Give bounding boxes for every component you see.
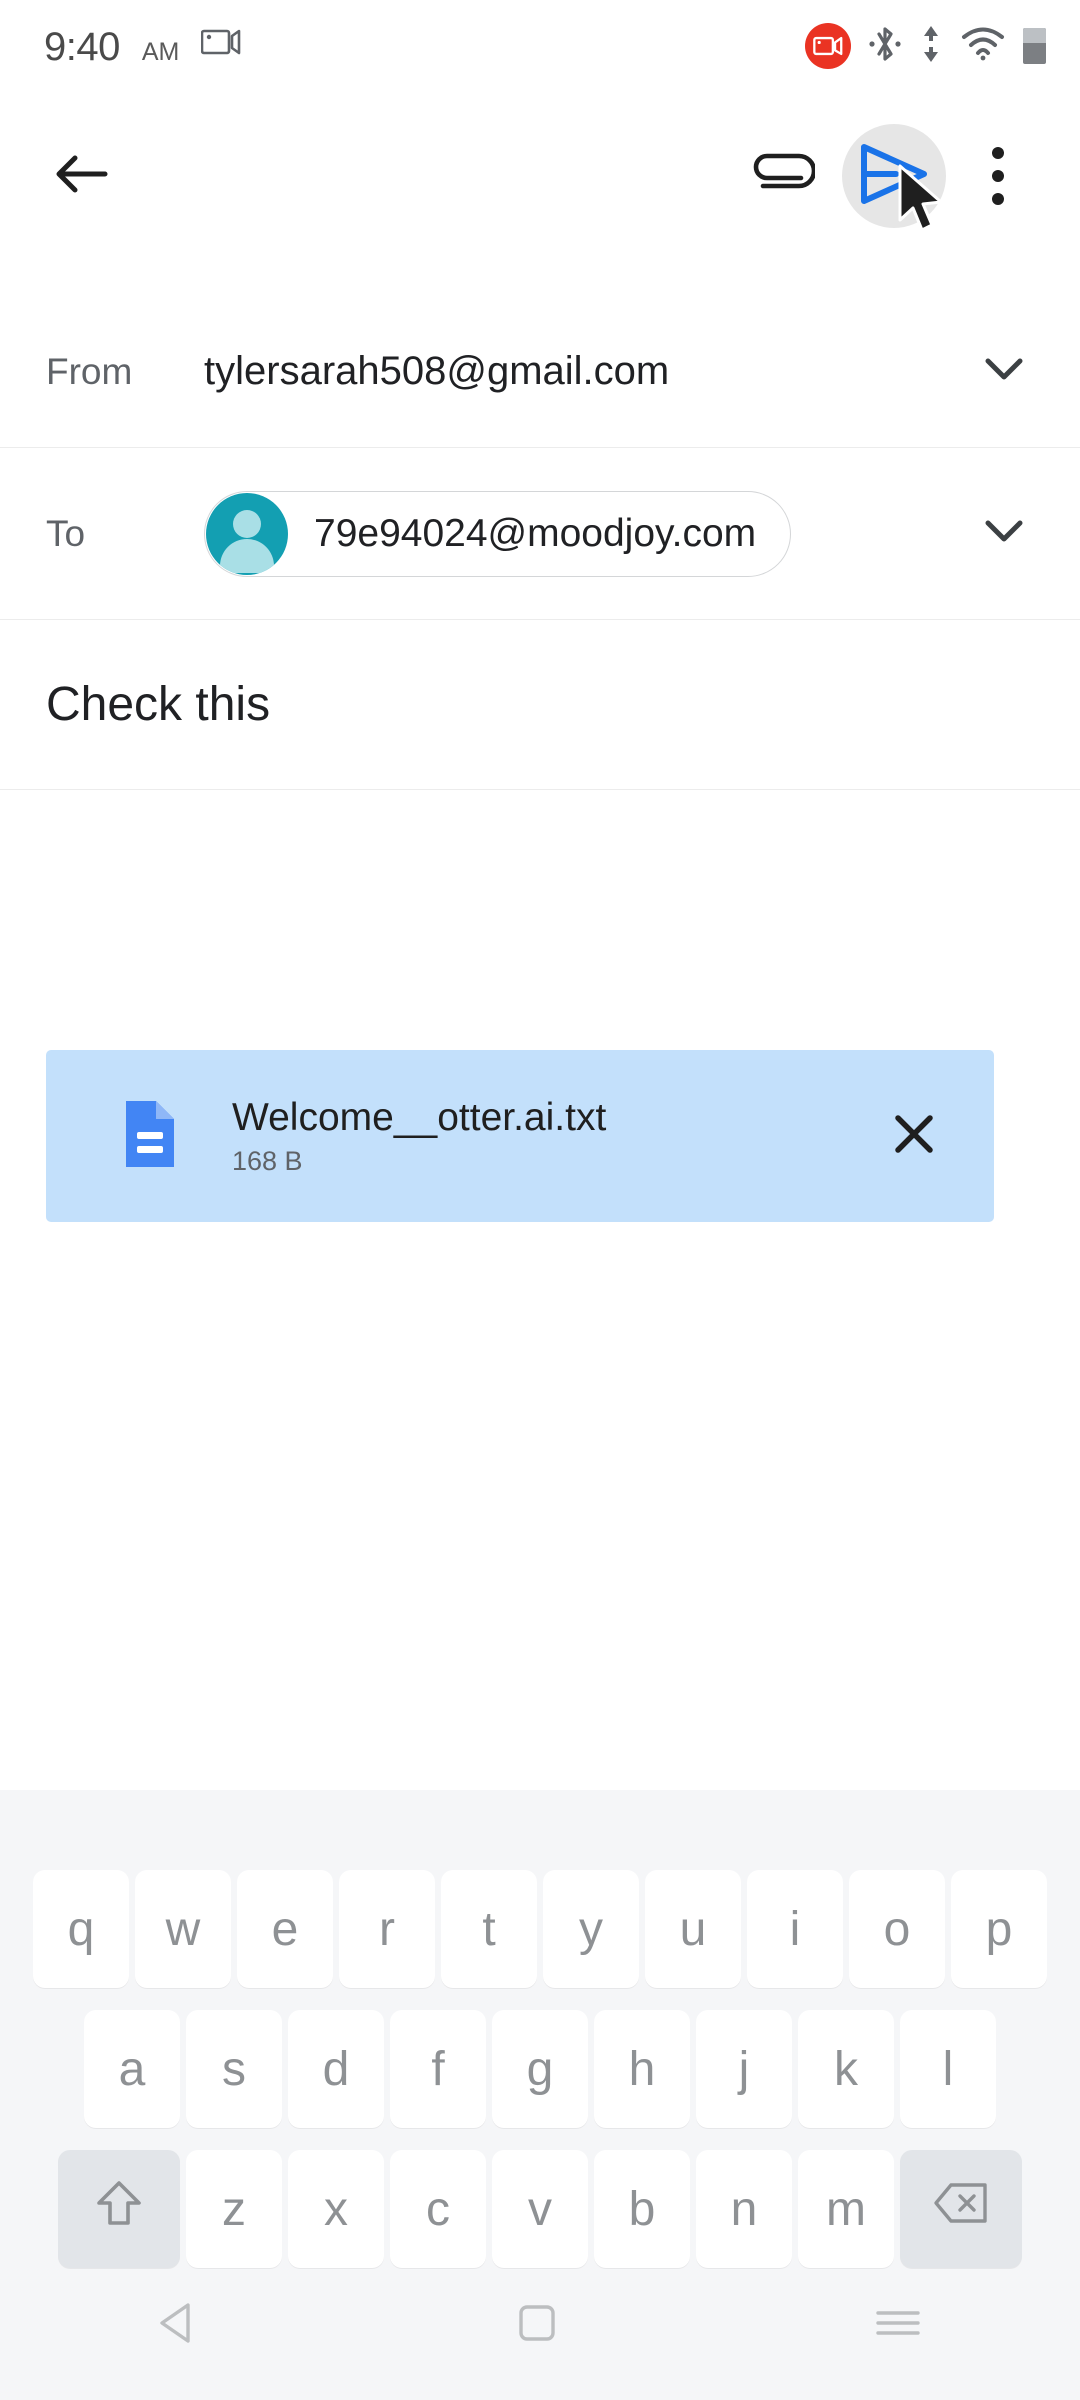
key-n[interactable]: n bbox=[696, 2150, 792, 2268]
key-x[interactable]: x bbox=[288, 2150, 384, 2268]
backspace-key[interactable] bbox=[900, 2150, 1022, 2268]
key-h[interactable]: h bbox=[594, 2010, 690, 2128]
screen-record-badge-icon bbox=[805, 23, 851, 69]
key-d[interactable]: d bbox=[288, 2010, 384, 2128]
key-l[interactable]: l bbox=[900, 2010, 996, 2128]
key-e[interactable]: e bbox=[237, 1870, 333, 1988]
overflow-dot bbox=[992, 193, 1004, 205]
key-v[interactable]: v bbox=[492, 2150, 588, 2268]
recipient-chip[interactable]: 79e94024@moodjoy.com bbox=[204, 490, 792, 577]
key-c[interactable]: c bbox=[390, 2150, 486, 2268]
to-value[interactable]: 79e94024@moodjoy.com bbox=[204, 490, 974, 577]
to-row[interactable]: To 79e94024@moodjoy.com bbox=[0, 448, 1080, 620]
key-s[interactable]: s bbox=[186, 2010, 282, 2128]
avatar-head bbox=[233, 509, 261, 538]
nav-back-button[interactable] bbox=[156, 2300, 202, 2351]
keyboard-row-2: a s d f g h j k l bbox=[0, 1988, 1080, 2128]
text-file-icon bbox=[122, 1099, 178, 1174]
key-p[interactable]: p bbox=[951, 1870, 1047, 1988]
attachment-size: 168 B bbox=[232, 1145, 303, 1176]
key-a[interactable]: a bbox=[84, 2010, 180, 2128]
key-u[interactable]: u bbox=[645, 1870, 741, 1988]
data-transfer-icon bbox=[919, 23, 943, 70]
keyboard-row-1: q w e r t y u i o p bbox=[0, 1790, 1080, 1988]
avatar bbox=[206, 492, 288, 575]
send-button-highlight bbox=[842, 124, 946, 228]
send-icon bbox=[858, 141, 930, 212]
wifi-icon bbox=[961, 26, 1005, 67]
nav-home-button[interactable] bbox=[515, 2301, 559, 2350]
key-w[interactable]: w bbox=[135, 1870, 231, 1988]
on-screen-keyboard[interactable]: q w e r t y u i o p a s d f g h j k l z … bbox=[0, 1790, 1080, 2400]
attachment-chip[interactable]: Welcome__otter.ai.txt 168 B bbox=[46, 1050, 994, 1222]
status-bar: 9:40 AM bbox=[0, 0, 1080, 92]
key-b[interactable]: b bbox=[594, 2150, 690, 2268]
from-value[interactable]: tylersarah508@gmail.com bbox=[204, 349, 974, 394]
key-r[interactable]: r bbox=[339, 1870, 435, 1988]
from-label: From bbox=[46, 350, 133, 392]
paperclip-icon bbox=[753, 151, 817, 202]
overflow-menu-icon bbox=[992, 147, 1004, 205]
backspace-icon bbox=[933, 2181, 989, 2237]
status-bar-right bbox=[805, 23, 1046, 70]
shift-arrow-icon bbox=[96, 2178, 142, 2240]
key-y[interactable]: y bbox=[543, 1870, 639, 1988]
attachment-info: Welcome__otter.ai.txt 168 B bbox=[232, 1096, 874, 1177]
recipient-email: 79e94024@moodjoy.com bbox=[314, 511, 757, 555]
shift-key[interactable] bbox=[58, 2150, 180, 2268]
avatar-body bbox=[220, 538, 274, 573]
more-options-button[interactable] bbox=[946, 124, 1050, 228]
key-k[interactable]: k bbox=[798, 2010, 894, 2128]
nav-recents-button[interactable] bbox=[872, 2301, 924, 2350]
close-icon bbox=[890, 1110, 938, 1163]
battery-icon bbox=[1023, 28, 1046, 64]
key-j[interactable]: j bbox=[696, 2010, 792, 2128]
key-o[interactable]: o bbox=[849, 1870, 945, 1988]
screen-record-icon bbox=[201, 26, 241, 67]
key-g[interactable]: g bbox=[492, 2010, 588, 2128]
key-z[interactable]: z bbox=[186, 2150, 282, 2268]
chevron-down-icon bbox=[982, 517, 1026, 550]
attachment-name: Welcome__otter.ai.txt bbox=[232, 1095, 607, 1139]
compose-body[interactable]: Welcome__otter.ai.txt 168 B bbox=[0, 790, 1080, 1790]
status-bar-left: 9:40 AM bbox=[44, 26, 241, 67]
subject-input[interactable]: Check this bbox=[46, 677, 270, 732]
status-clock: 9:40 bbox=[44, 24, 120, 69]
key-i[interactable]: i bbox=[747, 1870, 843, 1988]
status-clock-meridiem: AM bbox=[141, 37, 180, 66]
chevron-down-icon bbox=[982, 355, 1026, 388]
key-t[interactable]: t bbox=[441, 1870, 537, 1988]
navigation-bar bbox=[0, 2250, 1080, 2400]
bluetooth-icon bbox=[869, 23, 901, 70]
key-q[interactable]: q bbox=[33, 1870, 129, 1988]
key-m[interactable]: m bbox=[798, 2150, 894, 2268]
phone-screen: 9:40 AM From tylersarah508@gmail.com To … bbox=[0, 0, 1080, 2400]
remove-attachment-button[interactable] bbox=[874, 1110, 954, 1163]
to-label: To bbox=[46, 512, 86, 554]
key-f[interactable]: f bbox=[390, 2010, 486, 2128]
attach-file-button[interactable] bbox=[732, 124, 836, 228]
compose-toolbar bbox=[0, 92, 1080, 260]
overflow-dot bbox=[992, 170, 1004, 182]
send-button[interactable] bbox=[842, 124, 946, 232]
to-expand-button[interactable] bbox=[974, 517, 1034, 550]
overflow-dot bbox=[992, 147, 1004, 159]
subject-row[interactable]: Check this bbox=[0, 620, 1080, 790]
back-arrow-icon bbox=[53, 149, 109, 204]
from-expand-button[interactable] bbox=[974, 355, 1034, 388]
from-row[interactable]: From tylersarah508@gmail.com bbox=[0, 296, 1080, 448]
back-button[interactable] bbox=[26, 149, 136, 204]
keyboard-row-3: z x c v b n m bbox=[0, 2128, 1080, 2268]
